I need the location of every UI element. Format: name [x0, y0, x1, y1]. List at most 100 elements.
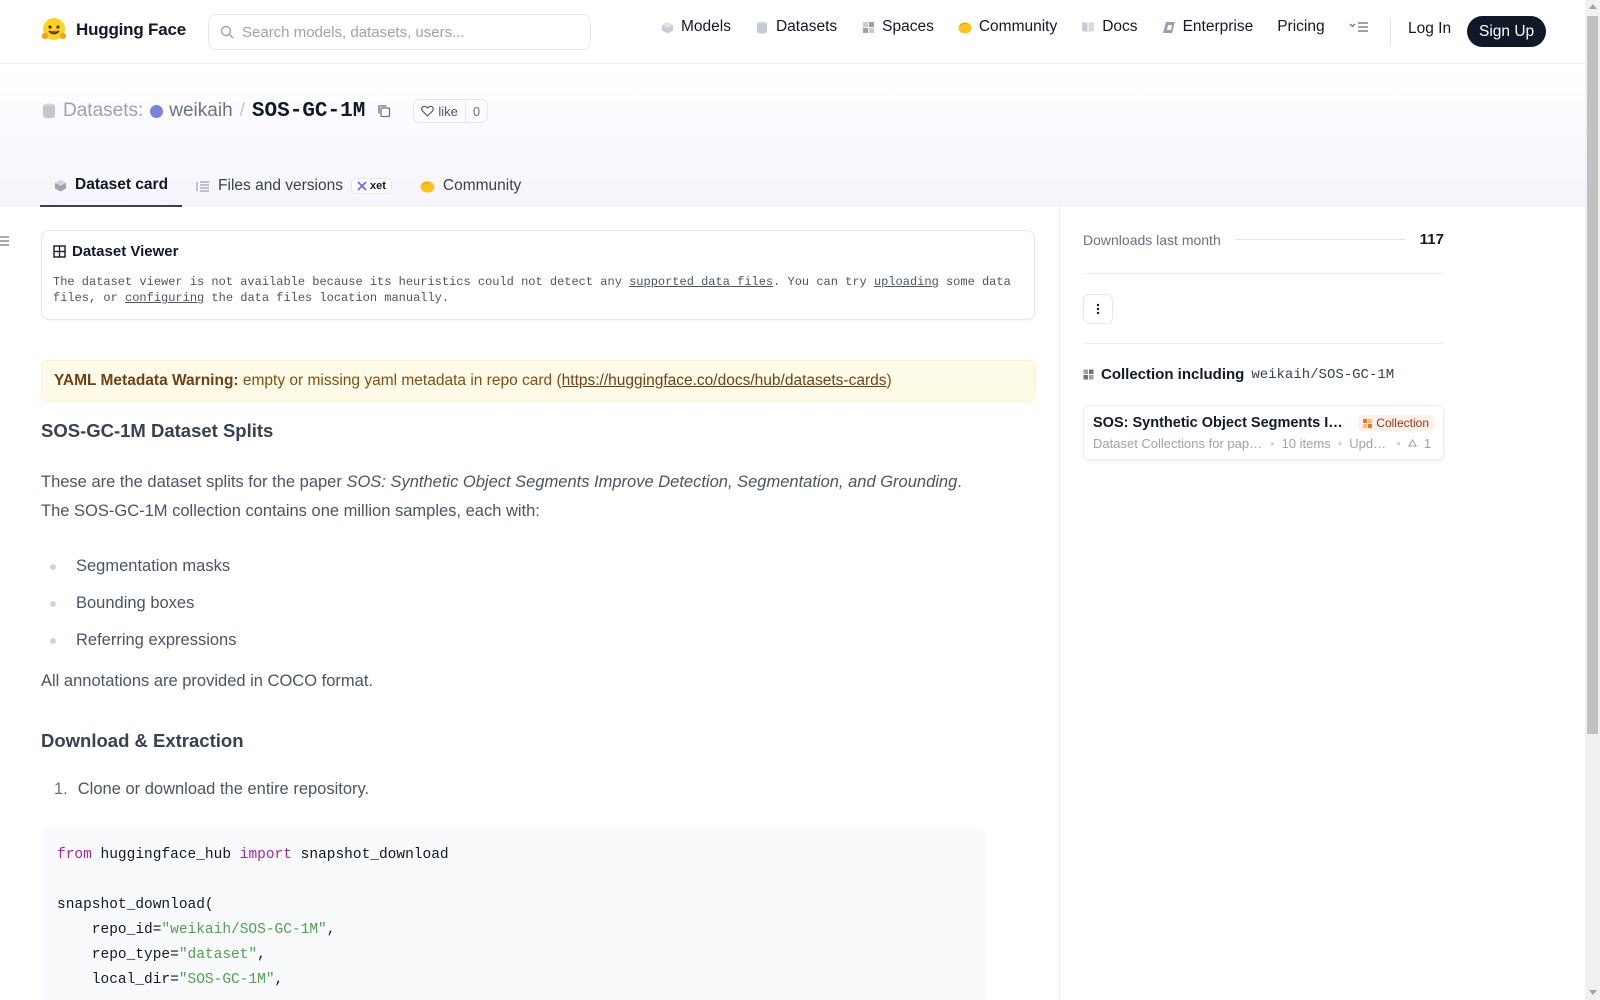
meta-separator: •: [1396, 436, 1401, 451]
code-block[interactable]: from huggingface_hub import snapshot_dow…: [41, 827, 986, 1000]
collection-description: Dataset Collections for paper SOS: [1093, 436, 1263, 451]
search-box[interactable]: [208, 14, 591, 50]
code-text: snapshot_download: [291, 847, 449, 863]
code-string: "dataset": [178, 947, 258, 963]
repo-header: Datasets: weikaih / SOS-GC-1M like 0 Dat…: [0, 65, 1585, 207]
dataset-icon: [43, 103, 55, 119]
right-sidebar: Downloads last month 117 Collection incl…: [1083, 206, 1444, 460]
collection-card[interactable]: SOS: Synthetic Object Segments Improve D…: [1083, 405, 1444, 460]
supported-data-files-link[interactable]: supported data files: [629, 275, 773, 289]
breadcrumb: Datasets: weikaih / SOS-GC-1M like 0: [42, 99, 489, 123]
dataset-card-icon: [55, 179, 66, 191]
bullet-dot: [50, 637, 56, 644]
collection-badge-label: Collection: [1376, 416, 1429, 430]
spaces-icon: [861, 20, 875, 34]
brand[interactable]: Hugging Face: [40, 16, 186, 44]
search-input[interactable]: [242, 23, 572, 41]
collection-name: SOS: Synthetic Object Segments Improve D…: [1093, 415, 1345, 431]
docs-icon: [1081, 20, 1095, 34]
steps-list: 1. Clone or download the entire repositor…: [41, 780, 986, 799]
collection-icon: [1083, 369, 1094, 380]
collection-badge-icon: [1363, 418, 1373, 428]
breadcrumb-owner[interactable]: weikaih: [150, 100, 233, 122]
collections-heading-repo: weikaih/SOS-GC-1M: [1251, 366, 1395, 383]
dataset-viewer-heading: Dataset Viewer: [72, 243, 179, 260]
xet-icon: [357, 181, 367, 191]
community-icon: [958, 20, 972, 34]
brand-name: Hugging Face: [76, 20, 186, 39]
repo-tabs: Dataset card Files and versions xet Comm…: [40, 165, 535, 207]
breadcrumb-separator: /: [239, 100, 245, 121]
coco-format-note: All annotations are provided in COCO for…: [41, 672, 373, 690]
table-icon: [53, 245, 66, 258]
top-navbar: Hugging Face Models Datasets Spaces: [0, 0, 1585, 64]
nav-enterprise[interactable]: Enterprise: [1162, 18, 1254, 36]
scroll-up-arrow-icon[interactable]: [1589, 4, 1597, 9]
toc-toggle-icon[interactable]: [0, 234, 12, 248]
collection-item-count: 10 items: [1281, 436, 1331, 451]
list-item-text: Segmentation masks: [76, 557, 231, 575]
code-text: repo_type=: [57, 947, 179, 963]
nav-models[interactable]: Models: [660, 18, 731, 36]
viewer-msg-part2: . You can try: [773, 275, 874, 289]
collection-updated: Updated: [1349, 436, 1389, 451]
more-actions-button[interactable]: [1083, 293, 1113, 324]
more-menu-icon: [1349, 22, 1368, 32]
list-item-text: Referring expressions: [76, 631, 237, 649]
collection-card-header: SOS: Synthetic Object Segments Improve D…: [1093, 415, 1434, 431]
meta-separator: •: [1270, 436, 1275, 451]
uploading-link[interactable]: uploading: [874, 275, 939, 289]
code-string: "SOS-GC-1M": [178, 972, 275, 988]
upvote-icon: [1407, 439, 1417, 447]
owner-avatar: [150, 104, 164, 118]
tab-files-label: Files and versions: [218, 177, 343, 194]
paper-title: SOS: Synthetic Object Segments Improve D…: [346, 473, 958, 491]
like-count[interactable]: 0: [466, 104, 487, 119]
login-link[interactable]: Log In: [1408, 20, 1451, 38]
signup-button[interactable]: Sign Up: [1467, 16, 1547, 47]
yaml-warning-close: ): [886, 372, 892, 389]
code-keyword: import: [239, 847, 292, 863]
nav-enterprise-label: Enterprise: [1182, 18, 1254, 35]
code-text: huggingface_hub: [91, 847, 240, 863]
tab-dataset-card-label: Dataset card: [75, 176, 169, 193]
like-button[interactable]: like: [414, 100, 466, 122]
nav-datasets-label: Datasets: [775, 18, 838, 35]
code-comma: ,: [257, 947, 266, 963]
datasets-icon: [755, 20, 769, 34]
tab-dataset-card[interactable]: Dataset card: [40, 165, 183, 207]
nav-community-label: Community: [978, 18, 1058, 35]
nav-more-menu[interactable]: [1349, 20, 1369, 34]
copy-icon[interactable]: [376, 103, 392, 119]
nav-community[interactable]: Community: [958, 18, 1057, 36]
repo-name[interactable]: SOS-GC-1M: [252, 100, 365, 123]
code-string: "weikaih/SOS-GC-1M": [161, 922, 327, 938]
nav-spaces[interactable]: Spaces: [861, 18, 934, 36]
configuring-link[interactable]: configuring: [125, 291, 204, 305]
community-tab-icon: [420, 181, 435, 192]
dataset-viewer-panel: Dataset Viewer The dataset viewer is not…: [41, 230, 1035, 320]
like-widget: like 0: [413, 99, 489, 123]
scroll-down-arrow-icon[interactable]: [1589, 990, 1597, 995]
like-label: like: [438, 103, 458, 119]
code-keyword: from: [57, 847, 92, 863]
tab-files-and-versions[interactable]: Files and versions xet: [182, 165, 406, 207]
step-number: 1.: [54, 780, 68, 798]
models-icon: [660, 20, 674, 34]
datasets-cards-docs-link[interactable]: https://huggingface.co/docs/hub/datasets…: [562, 372, 887, 389]
nav-pricing[interactable]: Pricing: [1277, 18, 1324, 36]
list-item: Bounding boxes: [41, 585, 986, 622]
list-item: Segmentation masks: [41, 548, 986, 585]
scrollbar-thumb[interactable]: [1587, 16, 1598, 734]
nav-docs-label: Docs: [1102, 18, 1138, 35]
nav-datasets[interactable]: Datasets: [755, 18, 837, 36]
readme-article: SOS-GC-1M Dataset Splits These are the d…: [41, 420, 986, 1000]
bullet-dot: [50, 600, 56, 607]
breadcrumb-kind[interactable]: Datasets:: [63, 100, 143, 122]
owner-name: weikaih: [169, 100, 233, 121]
tab-community[interactable]: Community: [406, 165, 535, 207]
nav-docs[interactable]: Docs: [1081, 18, 1138, 36]
collection-upvotes: 1: [1423, 436, 1432, 451]
list-item-text: Bounding boxes: [76, 594, 195, 612]
intro-paragraph: These are the dataset splits for the pap…: [41, 468, 986, 526]
